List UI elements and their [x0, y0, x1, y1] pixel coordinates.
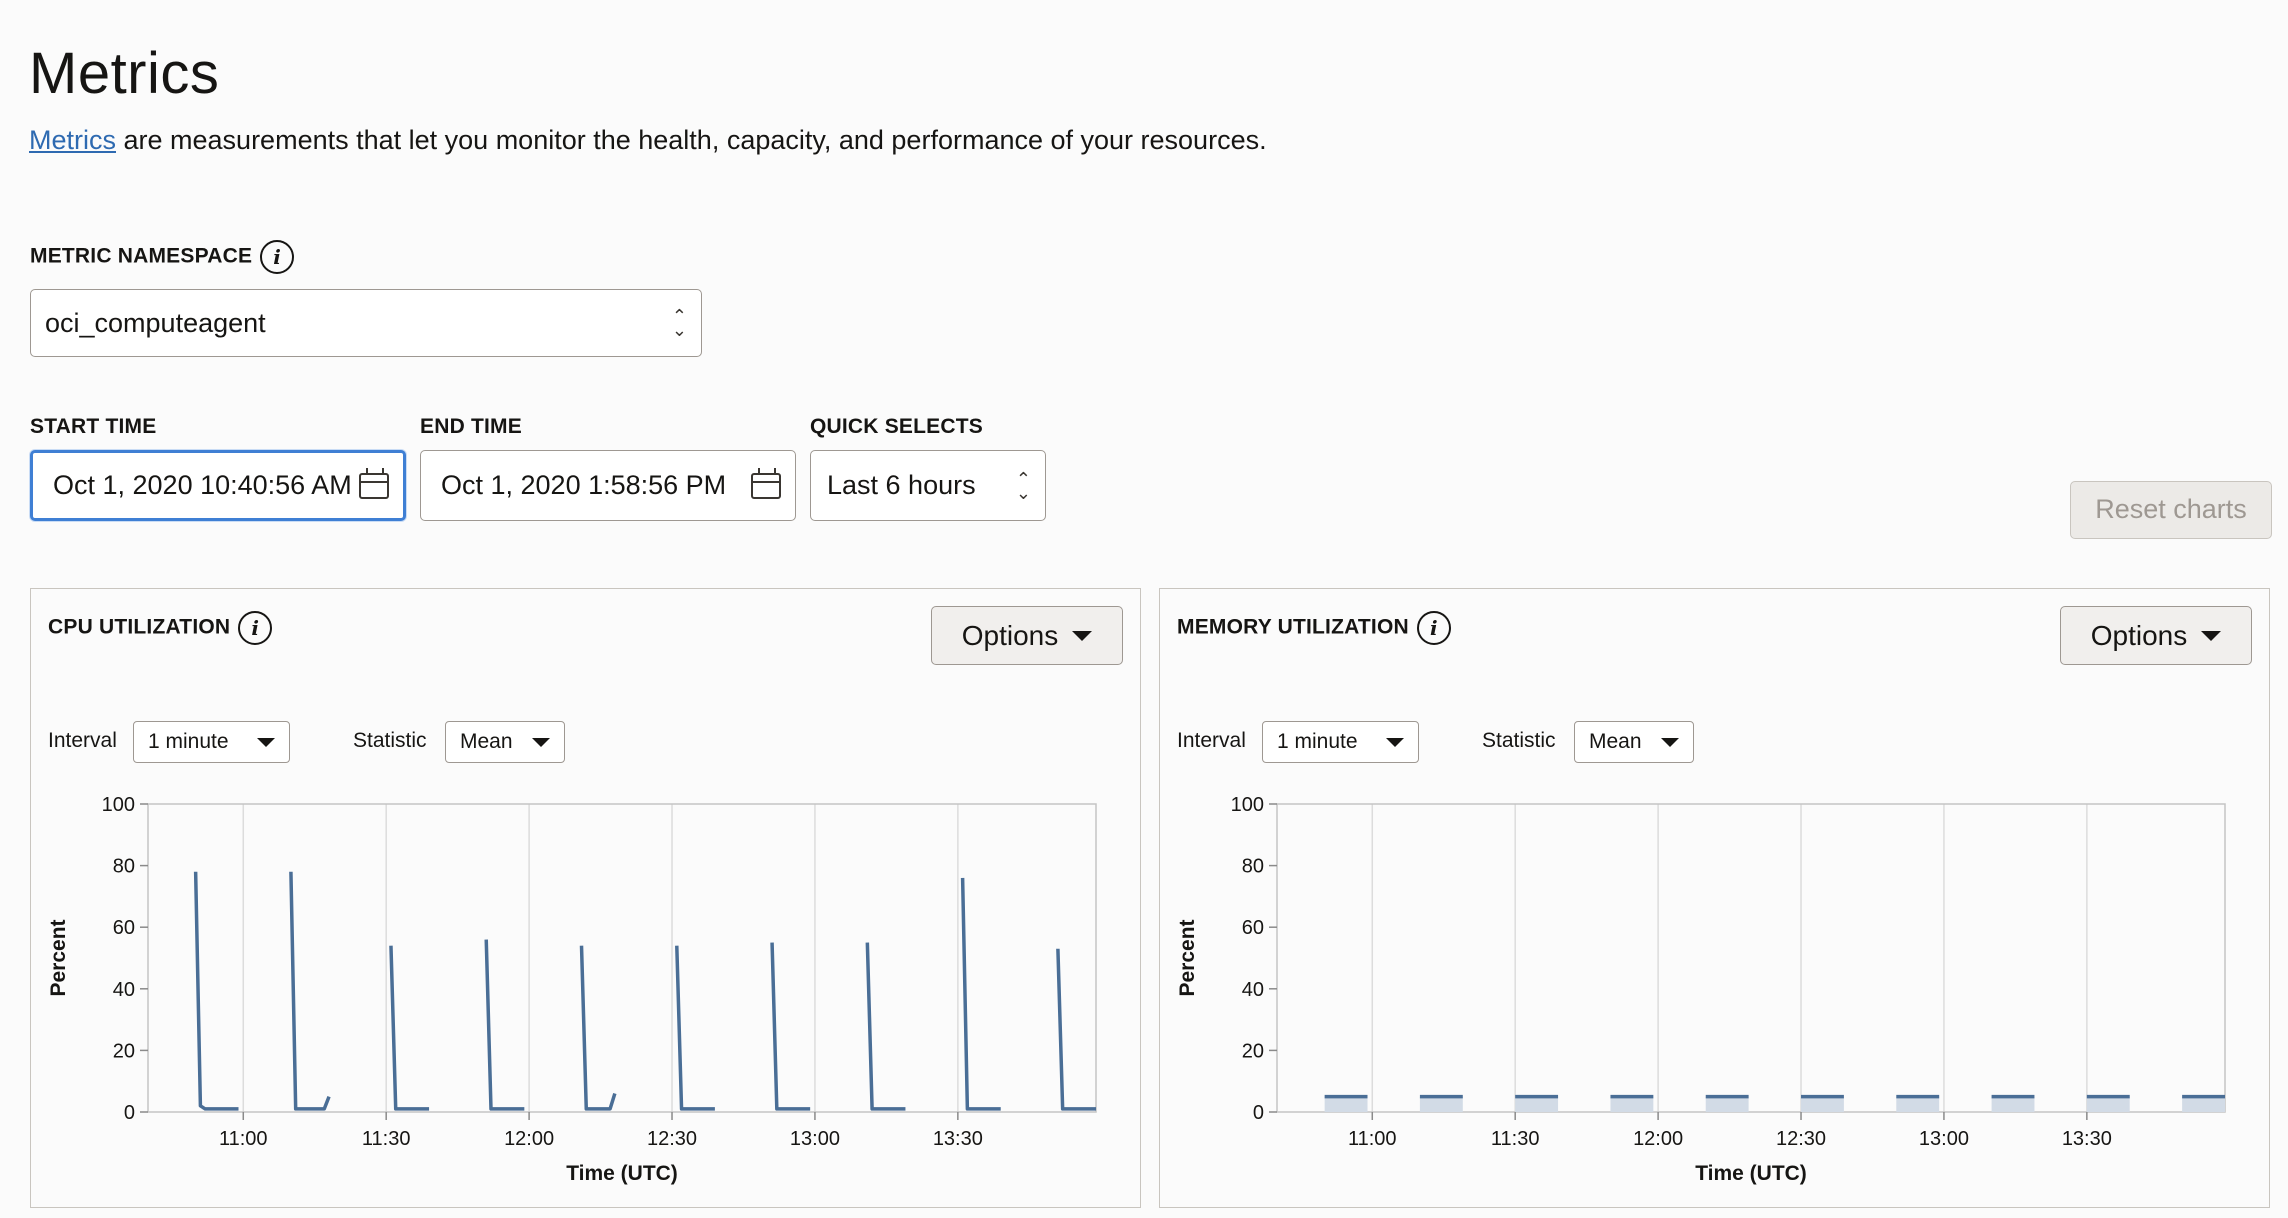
reset-charts-button[interactable]: Reset charts — [2070, 481, 2272, 539]
x-axis-label: Time (UTC) — [1695, 1162, 1807, 1185]
x-tick-label: 13:30 — [933, 1128, 983, 1150]
cpu-utilization-panel: CPU UTILIZATION i Options Interval 1 minu… — [30, 588, 1141, 1208]
page-title: Metrics — [29, 41, 220, 106]
x-tick-label: 12:00 — [504, 1128, 554, 1150]
series-line — [193, 871, 239, 1111]
intro-description: are measurements that let you monitor th… — [116, 125, 1267, 155]
end-time-label: END TIME — [420, 415, 522, 438]
series-area — [1324, 1096, 1368, 1112]
y-tick-label: 60 — [1242, 917, 1264, 939]
x-tick-label: 11:00 — [219, 1128, 268, 1150]
series-line — [579, 945, 617, 1111]
series-line — [865, 942, 906, 1111]
end-time-field[interactable]: Oct 1, 2020 1:58:56 PM — [420, 450, 796, 521]
y-axis-label: Percent — [1176, 919, 1199, 996]
series-area — [1896, 1096, 1940, 1112]
x-tick-label: 11:30 — [1491, 1128, 1540, 1150]
start-time-label: START TIME — [30, 415, 157, 438]
info-icon[interactable]: i — [260, 240, 295, 274]
series-line — [484, 939, 525, 1111]
chevron-updown-icon: ⌃ ⌄ — [1015, 468, 1031, 503]
calendar-icon[interactable] — [359, 467, 389, 499]
x-tick-label: 12:00 — [1633, 1128, 1683, 1150]
chevron-updown-icon: ⌃ ⌄ — [671, 306, 687, 340]
series-area — [1610, 1096, 1654, 1112]
y-tick-label: 20 — [1242, 1040, 1264, 1062]
series-area — [2182, 1096, 2225, 1112]
plot-area — [1276, 803, 2226, 1113]
x-tick-label: 12:30 — [1776, 1128, 1826, 1150]
intro-text: Metrics are measurements that let you mo… — [29, 122, 1267, 158]
start-time-value: Oct 1, 2020 10:40:56 AM — [53, 470, 352, 500]
x-axis-label: Time (UTC) — [566, 1162, 678, 1185]
quick-selects-value: Last 6 hours — [827, 470, 976, 500]
x-tick-label: 13:30 — [2062, 1128, 2112, 1150]
start-time-field[interactable]: Oct 1, 2020 10:40:56 AM — [30, 450, 406, 521]
cpu-utilization-chart: 0 20 40 60 80 100 11:00 11:30 12:00 12:30 13:00 13:… — [47, 794, 1097, 1185]
y-tick-label: 40 — [113, 979, 135, 1001]
series-area — [1419, 1096, 1463, 1112]
x-tick-label: 13:00 — [790, 1128, 840, 1150]
series-line — [389, 945, 430, 1111]
calendar-icon[interactable] — [751, 467, 781, 499]
namespace-select[interactable]: oci_computeagent ⌃ ⌄ — [30, 289, 702, 357]
memory-utilization-panel: MEMORY UTILIZATION i Options Interval 1 m… — [1159, 588, 2270, 1208]
series-line — [960, 877, 1001, 1111]
namespace-label-row: METRIC NAMESPACE i — [30, 240, 295, 274]
x-tick-label: 13:00 — [1919, 1128, 1969, 1150]
series-line — [675, 945, 715, 1111]
series-line — [770, 942, 811, 1111]
y-tick-label: 40 — [1242, 979, 1264, 1001]
series-area — [1515, 1096, 1559, 1112]
memory-utilization-chart: 0 20 40 60 80 100 11:00 11:30 12:00 12:30 13:00 13:… — [1176, 794, 2226, 1185]
y-tick-label: 0 — [124, 1102, 135, 1124]
y-tick-label: 80 — [113, 856, 135, 878]
y-tick-label: 20 — [113, 1040, 135, 1062]
series-line — [1056, 948, 1096, 1111]
end-time-value: Oct 1, 2020 1:58:56 PM — [441, 470, 727, 500]
y-tick-label: 100 — [102, 794, 135, 816]
series-area — [1705, 1096, 1749, 1112]
x-tick-label: 12:30 — [647, 1128, 697, 1150]
namespace-label: METRIC NAMESPACE — [30, 244, 253, 268]
metrics-link[interactable]: Metrics — [29, 125, 116, 155]
x-tick-label: 11:30 — [362, 1128, 411, 1150]
y-tick-label: 100 — [1231, 794, 1264, 816]
y-tick-label: 0 — [1253, 1102, 1264, 1124]
quick-selects-select[interactable]: Last 6 hours ⌃ ⌄ — [810, 450, 1046, 521]
x-tick-label: 11:00 — [1348, 1128, 1397, 1150]
series-line — [289, 871, 331, 1111]
series-area — [1801, 1096, 1844, 1112]
series-area — [1991, 1096, 2035, 1112]
plot-area — [147, 803, 1097, 1113]
y-tick-label: 80 — [1242, 856, 1264, 878]
series-area — [2086, 1096, 2130, 1112]
y-tick-label: 60 — [113, 917, 135, 939]
namespace-value: oci_computeagent — [45, 307, 266, 338]
quick-selects-label: QUICK SELECTS — [810, 415, 983, 438]
y-axis-label: Percent — [47, 919, 70, 996]
